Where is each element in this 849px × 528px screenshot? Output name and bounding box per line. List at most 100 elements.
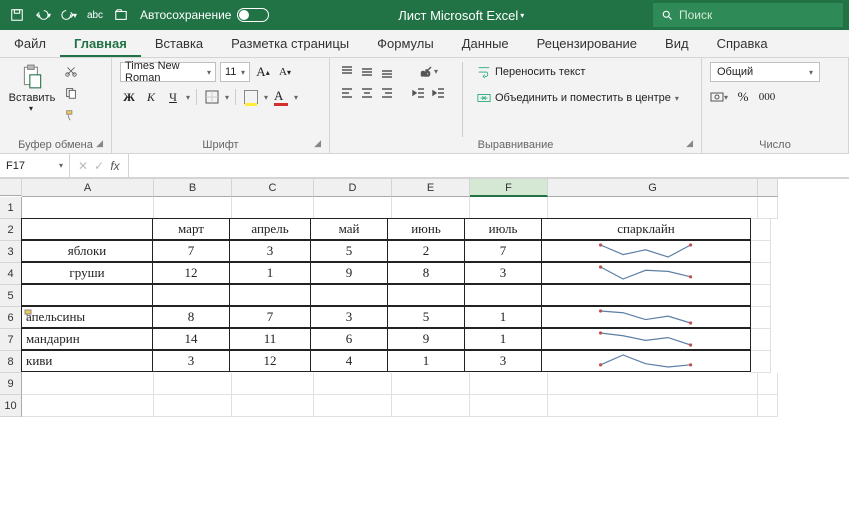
save-icon[interactable] — [6, 4, 28, 26]
col-header-G[interactable]: G — [548, 179, 758, 197]
tab-file[interactable]: Файл — [0, 30, 60, 57]
cell[interactable] — [541, 328, 751, 350]
spellcheck-icon[interactable]: abc — [84, 4, 106, 26]
cell[interactable] — [21, 218, 153, 240]
cell[interactable] — [470, 197, 548, 219]
cell[interactable]: 14 — [152, 328, 230, 350]
fill-dropdown-icon[interactable]: ▾ — [264, 93, 268, 102]
cell[interactable]: мандарин — [21, 328, 153, 350]
cell[interactable]: 7 — [229, 306, 311, 328]
title-dropdown-icon[interactable]: ▾ — [520, 11, 524, 20]
redo-icon[interactable]: ▾ — [58, 4, 80, 26]
row-header[interactable]: 9 — [0, 373, 22, 395]
cell[interactable] — [541, 262, 751, 284]
tab-formulas[interactable]: Формулы — [363, 30, 448, 57]
col-header-E[interactable]: E — [392, 179, 470, 197]
tab-data[interactable]: Данные — [448, 30, 523, 57]
cell[interactable]: спарклайн — [541, 218, 751, 240]
cell[interactable] — [751, 351, 771, 373]
col-header-H[interactable] — [758, 179, 778, 197]
align-left-icon[interactable] — [338, 84, 356, 102]
cell[interactable]: груши — [21, 262, 153, 284]
tab-help[interactable]: Справка — [703, 30, 782, 57]
clipboard-launcher-icon[interactable]: ◢ — [96, 138, 103, 149]
cell[interactable]: июль — [464, 218, 542, 240]
cell[interactable]: май — [310, 218, 388, 240]
font-size-select[interactable]: 11▾ — [220, 62, 250, 82]
font-color-button[interactable]: A — [272, 88, 290, 106]
cell[interactable] — [21, 284, 153, 306]
col-header-A[interactable]: A — [22, 179, 154, 197]
confirm-formula-icon[interactable]: ✓ — [92, 159, 106, 173]
row-header[interactable]: 6 — [0, 307, 22, 329]
cell[interactable]: 3 — [229, 240, 311, 262]
cell[interactable]: 3 — [152, 350, 230, 372]
cell[interactable]: апрель — [229, 218, 311, 240]
tab-pagelayout[interactable]: Разметка страницы — [217, 30, 363, 57]
underline-button[interactable]: Ч — [164, 88, 182, 106]
tab-view[interactable]: Вид — [651, 30, 703, 57]
cell[interactable] — [152, 284, 230, 306]
borders-dropdown-icon[interactable]: ▾ — [225, 93, 229, 102]
cell[interactable] — [751, 219, 771, 241]
cell[interactable]: 12 — [152, 262, 230, 284]
row-header[interactable]: 2 — [0, 219, 22, 241]
font-launcher-icon[interactable]: ◢ — [314, 138, 321, 149]
cell[interactable] — [229, 284, 311, 306]
cell[interactable] — [751, 263, 771, 285]
wrap-text-button[interactable]: Переносить текст — [477, 62, 679, 82]
col-header-B[interactable]: B — [154, 179, 232, 197]
cell[interactable]: 7 — [464, 240, 542, 262]
cell[interactable] — [392, 373, 470, 395]
formula-input[interactable] — [129, 154, 849, 177]
cell[interactable] — [541, 240, 751, 262]
cell[interactable] — [751, 285, 771, 307]
cell[interactable]: 6 — [310, 328, 388, 350]
fx-icon[interactable]: fx — [108, 159, 122, 173]
cell[interactable] — [548, 373, 758, 395]
tab-home[interactable]: Главная — [60, 30, 141, 57]
cell[interactable] — [232, 395, 314, 417]
align-bottom-icon[interactable] — [378, 62, 396, 80]
increase-indent-icon[interactable] — [430, 84, 448, 102]
cell[interactable]: 8 — [387, 262, 465, 284]
cell[interactable]: 5 — [387, 306, 465, 328]
row-header[interactable]: 4 — [0, 263, 22, 285]
cell[interactable] — [314, 197, 392, 219]
cell[interactable]: март — [152, 218, 230, 240]
cell[interactable]: 1 — [229, 262, 311, 284]
comma-style-icon[interactable]: 000 — [758, 88, 776, 106]
cell[interactable] — [22, 395, 154, 417]
fill-color-button[interactable] — [242, 88, 260, 106]
cell[interactable] — [387, 284, 465, 306]
cut-icon[interactable] — [62, 62, 80, 80]
align-right-icon[interactable] — [378, 84, 396, 102]
cell[interactable] — [154, 197, 232, 219]
cell[interactable] — [154, 373, 232, 395]
cell[interactable] — [22, 373, 154, 395]
autosave-switch[interactable] — [237, 8, 269, 22]
paste-dropdown-icon[interactable]: ▾ — [29, 104, 33, 113]
cell[interactable] — [314, 373, 392, 395]
row-header[interactable]: 7 — [0, 329, 22, 351]
cell[interactable]: яблоки — [21, 240, 153, 262]
search-box[interactable]: Поиск — [653, 3, 843, 27]
col-header-F[interactable]: F — [470, 179, 548, 197]
cell[interactable]: июнь — [387, 218, 465, 240]
align-top-icon[interactable] — [338, 62, 356, 80]
decrease-font-icon[interactable]: A▾ — [276, 63, 294, 81]
cancel-formula-icon[interactable]: ✕ — [76, 159, 90, 173]
cell[interactable]: 3 — [464, 262, 542, 284]
cell[interactable] — [541, 306, 751, 328]
cell[interactable]: 9 — [310, 262, 388, 284]
row-header[interactable]: 5 — [0, 285, 22, 307]
borders-button[interactable] — [203, 88, 221, 106]
cell[interactable] — [464, 284, 542, 306]
align-center-icon[interactable] — [358, 84, 376, 102]
row-header[interactable]: 1 — [0, 197, 22, 219]
alignment-launcher-icon[interactable]: ◢ — [686, 138, 693, 149]
cell[interactable] — [541, 284, 751, 306]
tab-review[interactable]: Рецензирование — [523, 30, 651, 57]
tab-insert[interactable]: Вставка — [141, 30, 217, 57]
cell[interactable] — [310, 284, 388, 306]
